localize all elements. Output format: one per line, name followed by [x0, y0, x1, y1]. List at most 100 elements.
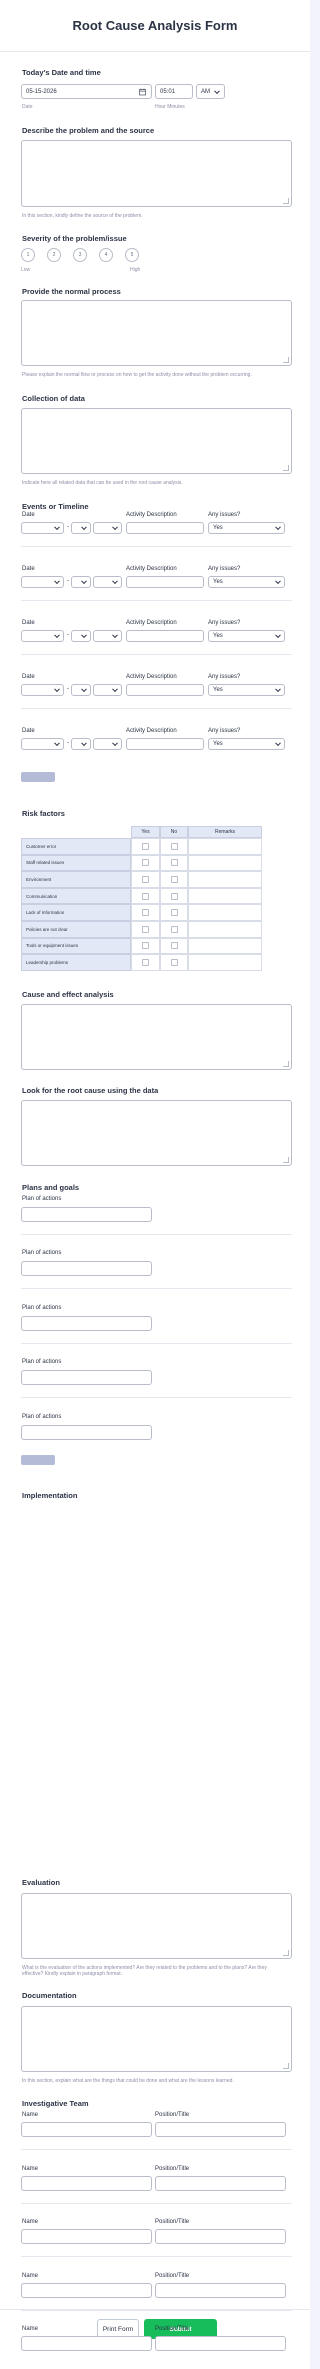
- risk-yes-checkbox[interactable]: [142, 859, 149, 867]
- event-issues-select[interactable]: Yes: [208, 684, 285, 696]
- risk-yes-checkbox[interactable]: [142, 842, 149, 850]
- risk-no-checkbox[interactable]: [170, 925, 178, 933]
- event-day-select[interactable]: [71, 522, 91, 534]
- risk-yes-checkbox[interactable]: [142, 925, 149, 933]
- chevron-down-icon: [54, 524, 60, 531]
- risk-yes-checkbox[interactable]: [142, 909, 149, 917]
- risk-remarks-input[interactable]: [188, 954, 262, 971]
- risk-remarks-input[interactable]: [188, 937, 262, 955]
- team-name-input[interactable]: [21, 2336, 152, 2351]
- plan-input[interactable]: [21, 1370, 152, 1385]
- severity-option-5[interactable]: 5: [125, 248, 139, 262]
- risk-yes-checkbox[interactable]: [142, 892, 149, 900]
- risk-no-checkbox[interactable]: [170, 942, 178, 950]
- event-year-select[interactable]: [93, 522, 122, 534]
- event-day-select[interactable]: [71, 684, 91, 696]
- date-sublabel: Date: [22, 104, 33, 110]
- risk-remarks-input[interactable]: [188, 838, 262, 855]
- event-issues-select[interactable]: Yes: [208, 576, 285, 588]
- risk-col-yes: Yes: [131, 826, 160, 838]
- risk-yes-checkbox[interactable]: [142, 958, 149, 966]
- cause-effect-textarea[interactable]: [21, 1004, 292, 1070]
- risk-no-checkbox[interactable]: [170, 909, 178, 917]
- risk-yes-checkbox[interactable]: [142, 875, 149, 883]
- form-card: Root Cause Analysis Form Today's Date an…: [0, 0, 310, 2369]
- root-cause-label: Look for the root cause using the data: [22, 1086, 159, 1095]
- team-position-input[interactable]: [155, 2229, 286, 2244]
- event-issues-select[interactable]: Yes: [208, 738, 285, 750]
- risk-no-checkbox[interactable]: [170, 892, 178, 900]
- severity-option-1[interactable]: 1: [21, 248, 35, 262]
- severity-option-4[interactable]: 4: [99, 248, 113, 262]
- event-year-select[interactable]: [93, 576, 122, 588]
- risk-remarks-input[interactable]: [188, 854, 262, 872]
- event-month-select[interactable]: [21, 576, 64, 588]
- event-activity-input[interactable]: [126, 738, 204, 750]
- risk-remarks-input[interactable]: [188, 871, 262, 888]
- date-time-label: Today's Date and time: [22, 68, 101, 77]
- plan-input[interactable]: [21, 1207, 152, 1222]
- ampm-select[interactable]: AM: [196, 84, 225, 99]
- event-day-select[interactable]: [71, 738, 91, 750]
- risk-remarks-input[interactable]: [188, 887, 262, 905]
- collection-textarea[interactable]: [21, 408, 292, 474]
- risk-yes-checkbox[interactable]: [142, 942, 149, 950]
- plan-input[interactable]: [21, 1425, 152, 1440]
- add-plan-button[interactable]: [21, 1455, 55, 1465]
- team-position-input[interactable]: [155, 2175, 286, 2191]
- team-name-input[interactable]: [21, 2282, 152, 2298]
- event-activity-label: Activity Description: [126, 620, 177, 626]
- evaluation-textarea[interactable]: [21, 1893, 292, 1959]
- event-issues-select[interactable]: Yes: [208, 630, 285, 642]
- team-name-input[interactable]: [21, 2122, 152, 2137]
- event-activity-input[interactable]: [126, 630, 204, 642]
- root-cause-textarea[interactable]: [21, 1100, 292, 1166]
- time-input[interactable]: 05:01: [155, 84, 193, 99]
- risk-no-checkbox[interactable]: [170, 958, 178, 966]
- team-name-input[interactable]: [21, 2229, 152, 2244]
- risk-no-checkbox[interactable]: [170, 875, 178, 883]
- team-position-input[interactable]: [155, 2122, 286, 2137]
- date-input[interactable]: 05-15-2026: [21, 84, 152, 99]
- event-month-select[interactable]: [21, 630, 64, 642]
- risk-remarks-input[interactable]: [188, 904, 262, 921]
- event-issues-label: Any issues?: [208, 566, 241, 572]
- risk-no-checkbox[interactable]: [170, 842, 178, 850]
- event-year-select[interactable]: [93, 738, 122, 750]
- problem-textarea[interactable]: [21, 140, 292, 207]
- team-name-input[interactable]: [21, 2175, 152, 2191]
- row-divider: [21, 1397, 292, 1398]
- event-month-select[interactable]: [21, 684, 64, 696]
- chevron-down-icon: [112, 632, 118, 639]
- normal-process-textarea[interactable]: [21, 300, 292, 366]
- page-background: Root Cause Analysis Form Today's Date an…: [0, 0, 310, 2369]
- event-activity-input[interactable]: [126, 684, 204, 696]
- risk-no-cell: [160, 904, 188, 921]
- documentation-textarea[interactable]: [21, 2006, 292, 2072]
- risk-yes-cell: [131, 887, 160, 905]
- event-year-select[interactable]: [93, 630, 122, 642]
- team-position-input[interactable]: [155, 2282, 286, 2298]
- event-issues-select[interactable]: Yes: [208, 522, 285, 534]
- severity-option-2[interactable]: 2: [47, 248, 61, 262]
- chevron-down-icon: [54, 686, 60, 693]
- event-month-select[interactable]: [21, 738, 64, 750]
- risk-remarks-input[interactable]: [188, 921, 262, 938]
- event-day-select[interactable]: [71, 630, 91, 642]
- date-separator: -: [67, 632, 69, 638]
- calendar-icon[interactable]: [139, 88, 146, 95]
- event-month-select[interactable]: [21, 522, 64, 534]
- add-event-button[interactable]: [21, 772, 55, 782]
- team-position-input[interactable]: [155, 2336, 286, 2351]
- plan-input[interactable]: [21, 1261, 152, 1276]
- event-day-select[interactable]: [71, 576, 91, 588]
- risk-no-checkbox[interactable]: [170, 859, 178, 867]
- ampm-value: AM: [201, 88, 210, 95]
- event-year-select[interactable]: [93, 684, 122, 696]
- risk-no-cell: [160, 887, 188, 905]
- event-activity-input[interactable]: [126, 576, 204, 588]
- event-activity-input[interactable]: [126, 522, 204, 534]
- plan-input[interactable]: [21, 1316, 152, 1331]
- cause-effect-label: Cause and effect analysis: [22, 990, 114, 999]
- severity-option-3[interactable]: 3: [73, 248, 87, 262]
